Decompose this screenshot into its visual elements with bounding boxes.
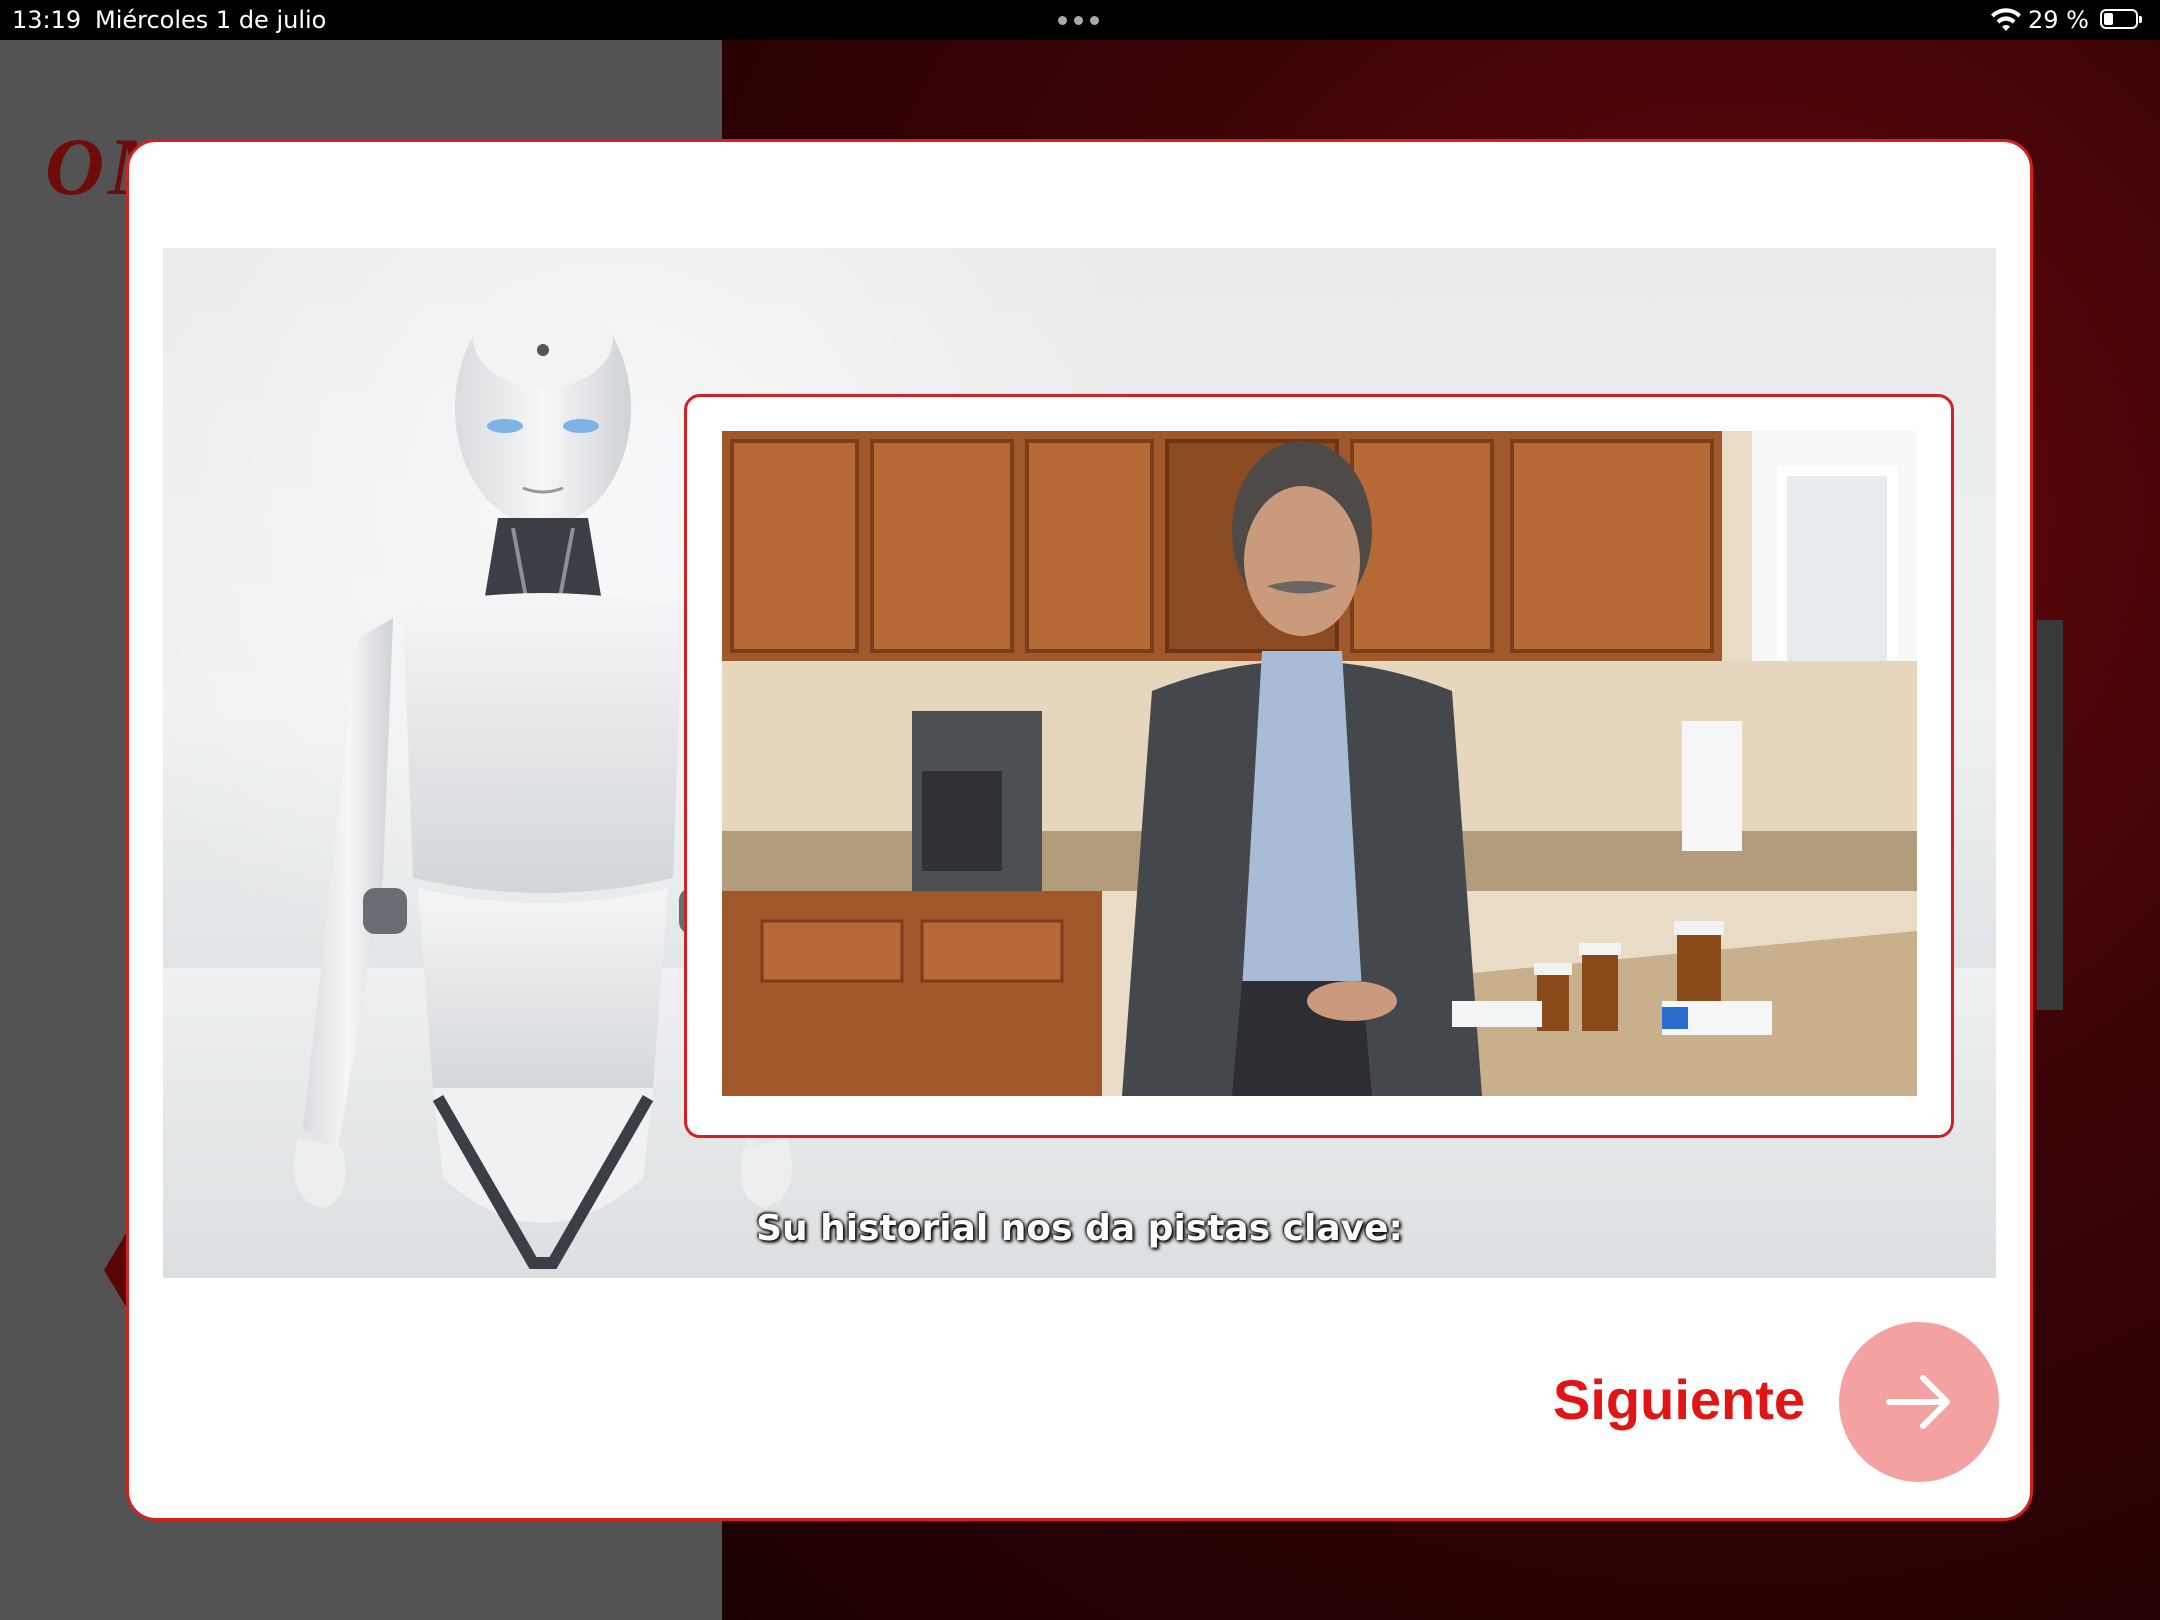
- battery-percent: 29 %: [2028, 6, 2089, 34]
- background-side-panel: [2034, 620, 2063, 1010]
- modal-dialog: Su historial nos da pistas clave: Siguie…: [126, 139, 2033, 1521]
- next-label[interactable]: Siguiente: [1553, 1367, 1805, 1432]
- video-caption: Su historial nos da pistas clave:: [756, 1208, 1403, 1249]
- arrow-right-icon: [1886, 1375, 1950, 1429]
- video-player[interactable]: Su historial nos da pistas clave:: [163, 248, 1996, 1278]
- status-time: 13:19: [12, 6, 82, 34]
- multitask-dots-icon[interactable]: [1058, 16, 1102, 26]
- patient-photo: [722, 431, 1917, 1096]
- next-button[interactable]: [1839, 1322, 1999, 1482]
- battery-icon: [2100, 9, 2142, 29]
- status-date: Miércoles 1 de julio: [95, 6, 327, 34]
- status-bar: 13:19 Miércoles 1 de julio 29 %: [0, 0, 2160, 40]
- wifi-icon: [1991, 8, 2021, 31]
